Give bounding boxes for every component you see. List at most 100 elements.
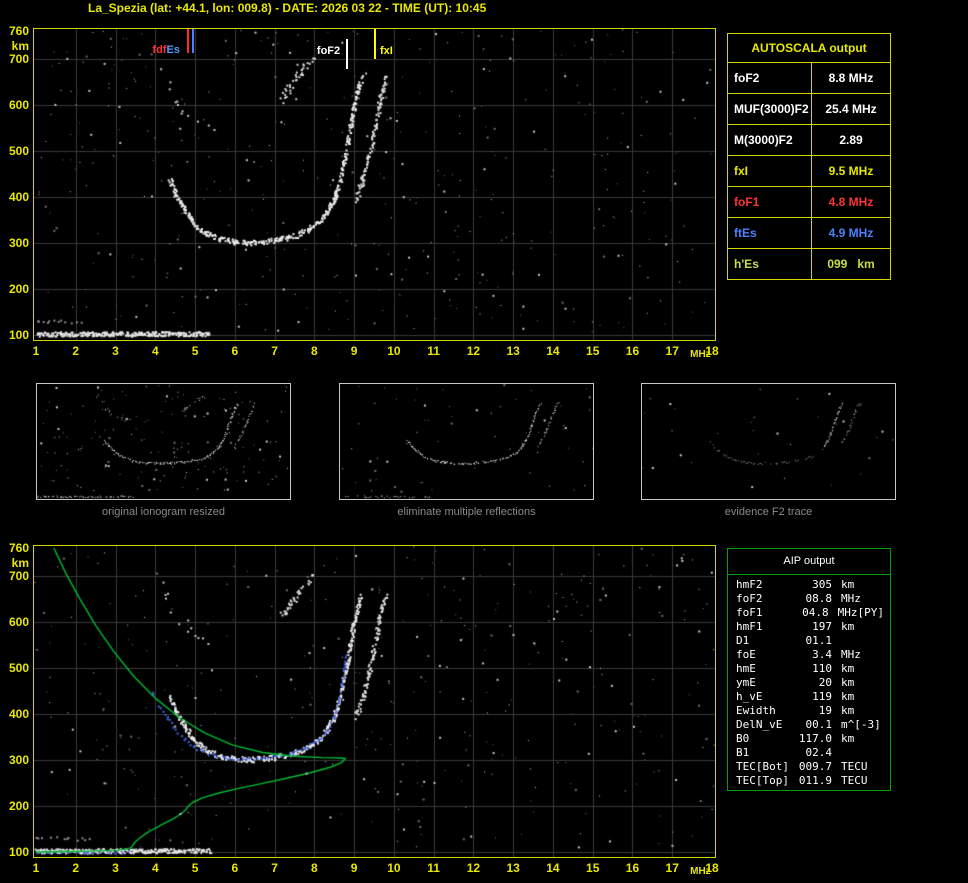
aip-row-name: hmF1 <box>736 620 763 633</box>
aip-row-unit: TECU <box>841 774 868 787</box>
x-axis-tick: 7 <box>271 861 278 875</box>
top-ionogram-plot: 760 700 600 500 400 300 200 100 km 1 2 3 4 5 6 7 8 9 10 11 1… <box>9 25 719 361</box>
aip-row-name: TEC[Bot] <box>736 760 789 773</box>
aip-row-value: 01.1 <box>805 634 833 647</box>
aip-row-value: 08.8 <box>805 592 833 605</box>
x-axis-tick: 5 <box>191 861 199 875</box>
aip-row-name: Ewidth <box>736 704 776 717</box>
es-marker-label-part: Es <box>166 44 180 56</box>
aip-row-foF2: foF2 08.8 MHz <box>736 592 886 606</box>
aip-row-value: 119 <box>812 690 832 703</box>
aip-row-value: 197 <box>812 620 832 633</box>
aip-row-unit: km <box>841 732 855 745</box>
ftEs-marker-line <box>192 29 194 53</box>
autoscala-row-value: 2.89 <box>839 133 863 147</box>
aip-row-name: TEC[Top] <box>736 774 789 787</box>
aip-row-B0: B0 117.0 km <box>736 732 886 746</box>
y-axis-tick: 600 <box>8 614 29 629</box>
aip-row-name: hmE <box>736 662 756 675</box>
x-axis-tick: 6 <box>231 344 239 358</box>
x-axis-tick: 8 <box>311 861 318 875</box>
y-axis-unit: km <box>11 39 29 53</box>
aip-output-panel: AIP output hmF2 305 km foF2 08.8 MHz foF1 04.8 M… <box>727 548 891 791</box>
y-axis-tick: 300 <box>8 235 29 250</box>
y-axis-tick: 100 <box>8 845 29 859</box>
x-axis-unit: MHz <box>690 349 711 360</box>
autoscala-app-window: La_Spezia (lat: +44.1, lon: 009.8) - DAT… <box>0 0 968 883</box>
bottom-ionogram-canvas <box>34 546 715 857</box>
aip-row-value: 011.9 <box>798 774 832 787</box>
x-axis-tick: 14 <box>546 344 560 358</box>
aip-row-name: foF2 <box>736 592 763 605</box>
x-axis-tick: 6 <box>231 861 239 875</box>
aip-row-value: 110 <box>812 662 832 675</box>
y-axis-tick: 300 <box>8 752 29 767</box>
autoscala-row-MUF(3000)F2: MUF(3000)F2 25.4 MHz <box>728 94 890 125</box>
aip-row-B1: B1 02.4 <box>736 746 886 760</box>
aip-row-name: B0 <box>736 732 750 745</box>
autoscala-row-value: 8.8 MHz <box>828 71 874 85</box>
aip-row-DelN_vE: DelN_vE 00.1 m^[-3] <box>736 718 886 732</box>
aip-row-extra: [PY] <box>857 606 885 619</box>
bottom-ionogram-plot: 760 700 600 500 400 300 200 100 km 1 2 3 4 5 6 7 8 9 10 11 1… <box>9 542 719 878</box>
aip-row-foE: foE 3.4 MHz <box>736 648 886 662</box>
aip-row-Ewidth: Ewidth 19 km <box>736 704 886 718</box>
aip-row-value: 04.8 <box>802 606 829 619</box>
x-axis-tick: 16 <box>625 861 640 875</box>
foF1-marker-line <box>187 29 189 53</box>
aip-row-TEC[Bot]: TEC[Bot] 009.7 TECU <box>736 760 886 774</box>
autoscala-row-fxI: fxI 9.5 MHz <box>728 156 890 187</box>
x-axis-tick: 1 <box>32 344 40 358</box>
x-axis-tick: 17 <box>665 861 679 875</box>
y-axis-tick: 600 <box>8 97 29 112</box>
thumbnail-multiple-reflections-canvas <box>340 384 593 499</box>
page-title: La_Spezia (lat: +44.1, lon: 009.8) - DAT… <box>88 1 487 15</box>
x-axis-tick: 4 <box>151 344 159 358</box>
autoscala-row-value: 4.9 MHz <box>828 226 874 240</box>
autoscala-output-panel: AUTOSCALA output foF2 8.8 MHz MUF(3000)F2 2… <box>727 33 891 280</box>
autoscala-row-ftEs: ftEs 4.9 MHz <box>728 218 890 249</box>
x-axis-tick: 9 <box>350 344 358 358</box>
y-axis-unit: km <box>11 556 29 570</box>
y-axis-tick: 500 <box>8 660 29 675</box>
thumbnail-caption-original: original ionogram resized <box>102 506 225 518</box>
x-axis-tick: 10 <box>387 344 401 358</box>
aip-row-name: D1 <box>736 634 750 647</box>
aip-row-name: B1 <box>736 746 750 759</box>
x-axis-tick: 3 <box>112 861 119 875</box>
aip-row-hmF2: hmF2 305 km <box>736 578 886 592</box>
x-axis-tick: 12 <box>466 861 481 875</box>
aip-row-unit: TECU <box>841 760 868 773</box>
x-axis-tick: 2 <box>72 344 80 358</box>
aip-row-value: 117.0 <box>798 732 832 745</box>
x-axis-tick: 7 <box>271 344 278 358</box>
es-marker-label: fdfEs <box>116 44 180 56</box>
autoscala-row-label: fxI <box>728 156 812 186</box>
x-axis-tick: 11 <box>427 344 440 358</box>
aip-row-name: foE <box>736 648 756 661</box>
aip-row-hmE: hmE 110 km <box>736 662 886 676</box>
aip-row-value: 3.4 <box>812 648 832 661</box>
thumbnail-caption-reflections: eliminate multiple reflections <box>397 506 536 518</box>
thumbnail-original-ionogram <box>36 383 291 500</box>
thumbnail-f2-trace <box>641 383 896 500</box>
x-axis-tick: 13 <box>506 861 520 875</box>
x-axis-tick: 4 <box>151 861 159 875</box>
aip-row-unit: MHz <box>837 606 858 619</box>
aip-row-value: 00.1 <box>805 718 833 731</box>
aip-row-unit <box>832 634 841 648</box>
autoscala-row-h'Es: h'Es 099 km <box>728 249 890 279</box>
aip-row-unit: km <box>841 662 855 675</box>
es-marker-label-part: fdf <box>152 44 167 56</box>
x-axis-tick: 16 <box>625 344 640 358</box>
autoscala-row-value: 9.5 MHz <box>828 164 874 178</box>
top-ionogram-canvas <box>34 29 715 340</box>
fxI-marker-line <box>374 29 376 59</box>
aip-row-unit: km <box>841 690 855 703</box>
x-axis-tick: 10 <box>387 861 401 875</box>
foF2-marker-line <box>346 39 348 69</box>
y-axis-tick: 400 <box>8 706 29 721</box>
autoscala-row-value: 25.4 MHz <box>825 102 877 116</box>
aip-row-unit: km <box>841 620 855 633</box>
autoscala-output-header: AUTOSCALA output <box>728 34 890 63</box>
